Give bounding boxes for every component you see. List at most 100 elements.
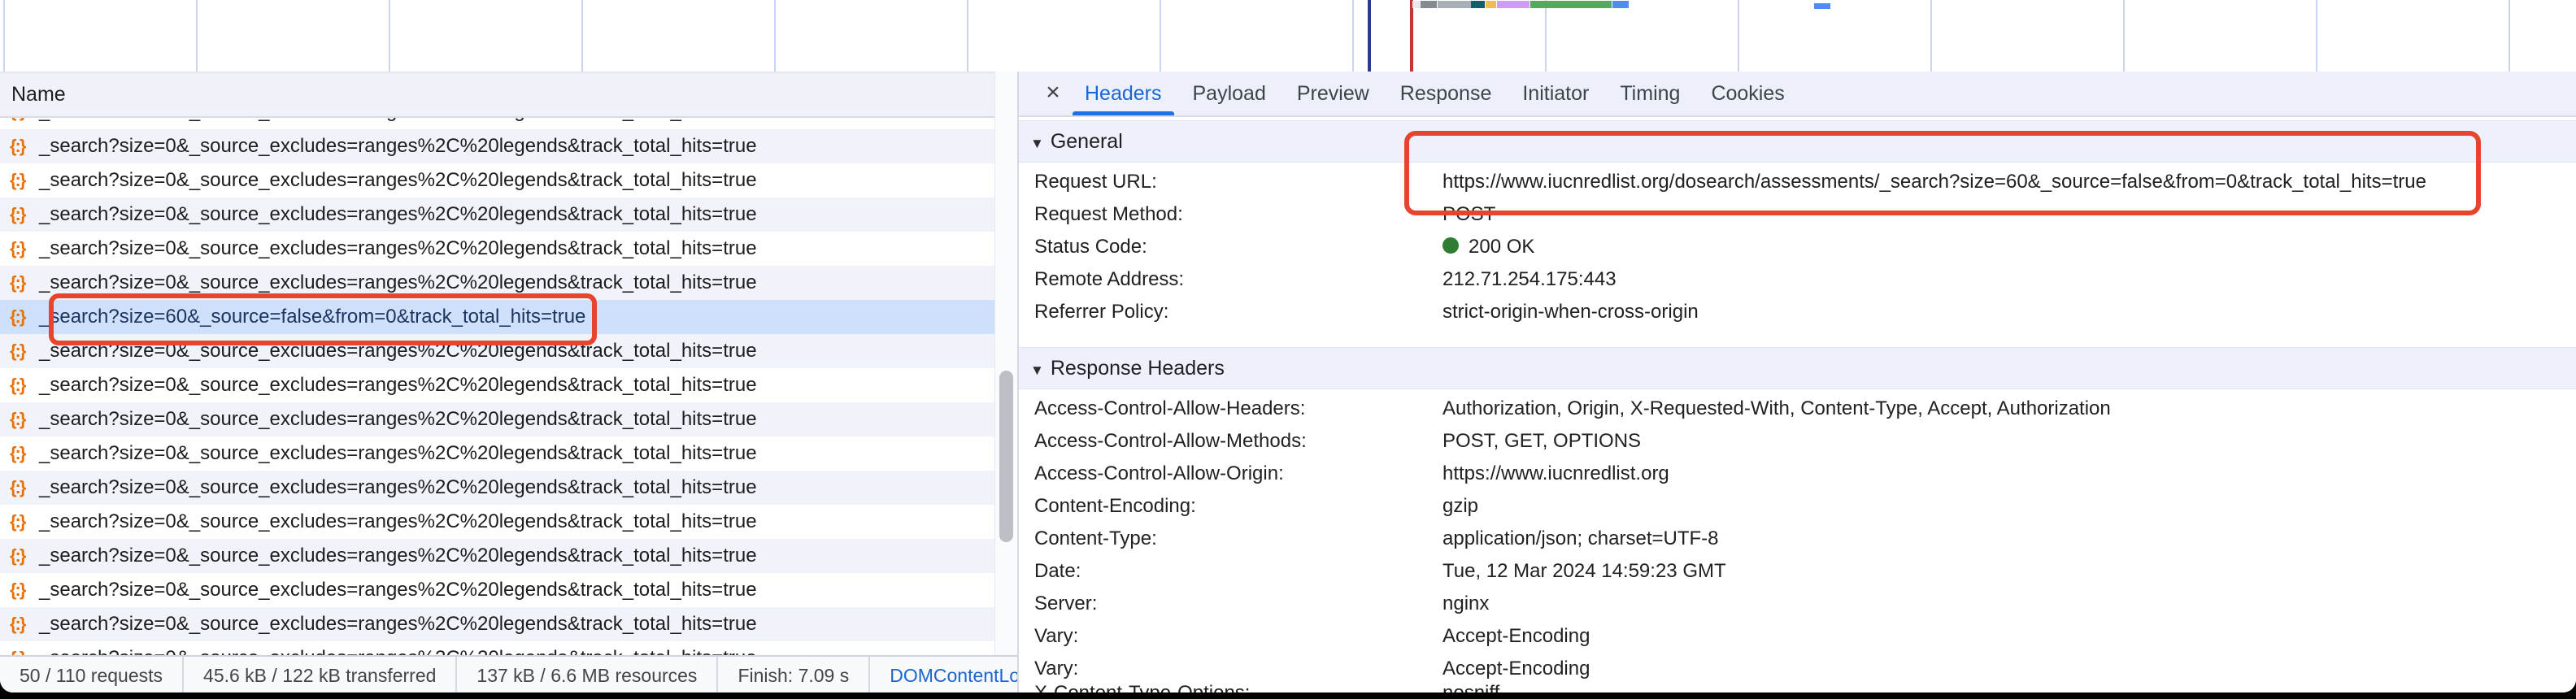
json-file-icon: {:} xyxy=(10,334,24,368)
request-row[interactable]: {:}_search?size=0&_source_excludes=range… xyxy=(0,129,994,163)
request-row[interactable]: {:} _search?size=0&_source_excludes=range… xyxy=(0,266,994,300)
header-row: Server:nginx xyxy=(1019,588,2576,620)
json-file-icon: {:} xyxy=(10,118,24,128)
waterfall-bar xyxy=(1421,1,1437,8)
json-file-icon: {:} xyxy=(10,607,24,641)
header-name: Remote Address: xyxy=(1034,263,1184,296)
header-row: Access-Control-Allow-Headers:Authorizati… xyxy=(1019,393,2576,425)
header-value: Authorization, Origin, X-Requested-With,… xyxy=(1442,393,2111,425)
json-file-icon: {:} xyxy=(10,232,24,266)
request-details-panel: × HeadersPayloadPreviewResponseInitiator… xyxy=(1019,72,2576,692)
request-name: _search?size=0&_source_excludes=ranges%2… xyxy=(39,436,757,471)
header-name: Vary: xyxy=(1034,620,1078,653)
header-name: Request URL: xyxy=(1034,166,1157,198)
section-header-response-headers[interactable]: ▼Response Headers xyxy=(1019,347,2576,389)
details-tab-bar: × HeadersPayloadPreviewResponseInitiator… xyxy=(1019,72,2576,117)
header-value: application/json; charset=UTF-8 xyxy=(1442,523,1719,555)
request-name: _search?size=0&_source_excludes=ranges%2… xyxy=(39,573,757,607)
header-row: Access-Control-Allow-Origin: https://www.… xyxy=(1019,458,2576,490)
name-column-label: Name xyxy=(0,83,66,106)
status-item: 137 kB / 6.6 MB resources xyxy=(457,657,718,692)
request-name: _search?size=0&_source_excludes=ranges%2… xyxy=(39,198,757,232)
json-file-icon: {:} xyxy=(10,539,24,573)
header-value: POST xyxy=(1442,198,1495,231)
disclosure-triangle-icon: ▼ xyxy=(1030,350,1044,391)
section-header-general[interactable]: ▼ General xyxy=(1019,120,2576,163)
request-row-partial[interactable]: {:} _search?size=0&_source_excludes=rang… xyxy=(0,118,994,129)
tab-preview[interactable]: Preview xyxy=(1281,72,1385,115)
waterfall-bar xyxy=(1530,1,1612,8)
request-row[interactable]: {:} _search?size=0&_source_excludes=range… xyxy=(0,402,994,436)
devtools-window: Name {:} _search?size=0&_source_excludes… xyxy=(0,0,2576,692)
tab-cookies[interactable]: Cookies xyxy=(1695,72,1799,115)
request-row[interactable]: {:}_search?size=0&_source_excludes=range… xyxy=(0,198,994,232)
json-file-icon: {:} xyxy=(10,573,24,607)
header-row: Request URL: https://www.iucnredlist.org/… xyxy=(1019,166,2576,198)
tab-timing[interactable]: Timing xyxy=(1604,72,1695,115)
request-row[interactable]: {:}_search?size=0&_source_excludes=range… xyxy=(0,368,994,402)
header-row: Access-Control-Allow-Methods:POST, GET, … xyxy=(1019,425,2576,458)
header-value: https://www.iucnredlist.org xyxy=(1442,458,1669,490)
tab-payload[interactable]: Payload xyxy=(1177,72,1281,115)
request-row[interactable]: {:}_search?size=0&_source_excludes=range… xyxy=(0,334,994,368)
request-row-selected[interactable]: {:} _search?size=60&_source=false&from=0&… xyxy=(0,300,994,334)
json-file-icon: {:} xyxy=(10,266,24,300)
json-file-icon: {:} xyxy=(10,471,24,505)
request-name: _search?size=0&_source_excludes=ranges%2… xyxy=(39,539,757,573)
status-domcontentloaded[interactable]: DOMContentLo xyxy=(870,657,1017,692)
header-name: Access-Control-Allow-Origin: xyxy=(1034,458,1284,490)
status-item: 50 / 110 requests xyxy=(0,657,184,692)
request-row[interactable]: {:}_search?size=0&_source_excludes=range… xyxy=(0,505,994,539)
disclosure-triangle-icon: ▼ xyxy=(1030,124,1044,164)
json-file-icon: {:} xyxy=(10,641,24,655)
request-row[interactable]: {:} _search?size=0&_source_excludes=range… xyxy=(0,641,994,655)
request-name: _search?size=60&_source=false&from=0&tra… xyxy=(39,300,585,334)
header-row: Date:Tue, 12 Mar 2024 14:59:23 GMT xyxy=(1019,555,2576,588)
waterfall-bar xyxy=(1471,1,1485,8)
request-name: _search?size=0&_source_excludes=ranges%2… xyxy=(39,402,757,436)
request-name: _search?size=0&_source_excludes=ranges%2… xyxy=(39,641,757,655)
header-row: Remote Address: 212.71.254.175:443 xyxy=(1019,263,2576,296)
tab-headers[interactable]: Headers xyxy=(1069,72,1177,115)
header-name: Request Method: xyxy=(1034,198,1183,231)
request-row[interactable]: {:} _search?size=0&_source_excludes=range… xyxy=(0,163,994,198)
json-file-icon: {:} xyxy=(10,163,24,198)
header-value: https://www.iucnredlist.org/dosearch/ass… xyxy=(1442,166,2426,198)
request-row[interactable]: {:}_search?size=0&_source_excludes=range… xyxy=(0,607,994,641)
details-tabs: HeadersPayloadPreviewResponseInitiatorTi… xyxy=(1069,72,1800,115)
tab-initiator[interactable]: Initiator xyxy=(1507,72,1604,115)
header-name: Content-Encoding: xyxy=(1034,490,1196,523)
header-row: Content-Encoding:gzip xyxy=(1019,490,2576,523)
header-row: Request Method: POST xyxy=(1019,198,2576,231)
header-value: Tue, 12 Mar 2024 14:59:23 GMT xyxy=(1442,555,1726,588)
section-title: General xyxy=(1051,130,1123,153)
network-overview-strip[interactable] xyxy=(0,0,2576,73)
header-row: Vary: Accept-Encoding xyxy=(1019,620,2576,653)
load-event-line xyxy=(1410,0,1413,72)
request-row[interactable]: {:}_search?size=0&_source_excludes=range… xyxy=(0,232,994,266)
json-file-icon: {:} xyxy=(10,300,24,334)
status-item: Finish: 7.09 s xyxy=(718,657,870,692)
header-name: Vary: xyxy=(1034,653,1078,685)
name-column-header[interactable]: Name xyxy=(0,73,1017,118)
request-name: _search?size=0&_source_excludes=ranges%2… xyxy=(39,163,757,198)
request-list-scrollbar-track[interactable] xyxy=(994,72,1019,655)
header-value: Accept-Encoding xyxy=(1442,620,1590,653)
close-icon[interactable]: × xyxy=(1035,72,1071,115)
waterfall-bar xyxy=(1497,1,1530,8)
header-value: Accept-Encoding xyxy=(1442,653,1590,685)
request-row[interactable]: {:}_search?size=0&_source_excludes=range… xyxy=(0,436,994,471)
request-row[interactable]: {:}_search?size=0&_source_excludes=range… xyxy=(0,471,994,505)
json-file-icon: {:} xyxy=(10,402,24,436)
request-list-scrollbar-thumb[interactable] xyxy=(999,371,1013,542)
header-value: 212.71.254.175:443 xyxy=(1442,263,1617,296)
request-row[interactable]: {:} _search?size=0&_source_excludes=range… xyxy=(0,573,994,607)
tab-response[interactable]: Response xyxy=(1385,72,1508,115)
request-row[interactable]: {:} _search?size=0&_source_excludes=range… xyxy=(0,539,994,573)
request-list-panel: Name {:} _search?size=0&_source_excludes… xyxy=(0,73,994,692)
header-name: Server: xyxy=(1034,588,1097,620)
request-name: _search?size=0&_source_excludes=ranges%2… xyxy=(39,266,757,300)
header-name: Referrer Policy: xyxy=(1034,296,1168,328)
network-status-bar: 50 / 110 requests45.6 kB / 122 kB transf… xyxy=(0,655,1017,692)
status-item: 45.6 kB / 122 kB transferred xyxy=(184,657,457,692)
